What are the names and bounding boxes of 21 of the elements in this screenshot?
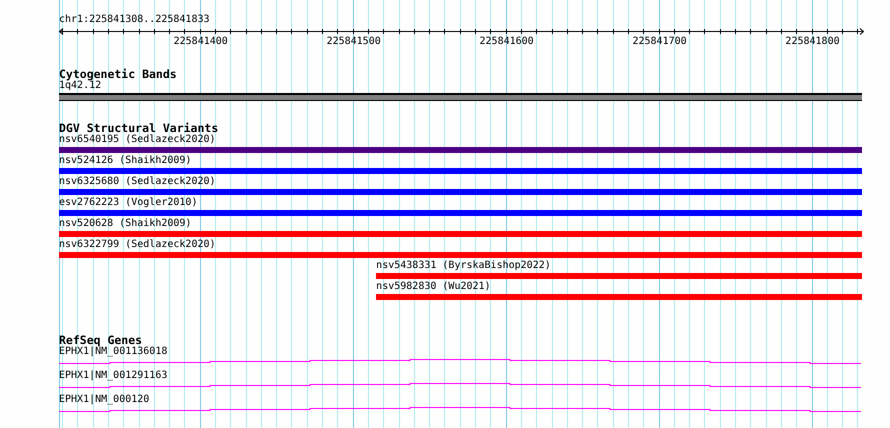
variant-label: nsv6540195 (Sedlazeck2020)	[59, 134, 216, 145]
tick-label: 225841600	[480, 36, 534, 48]
gene-label: EPHX1|NM_001291163	[59, 370, 168, 382]
tick-label: 225841400	[174, 36, 228, 48]
variant-label: nsv6325680 (Sedlazeck2020)	[59, 176, 216, 187]
tick-label: 225841500	[326, 36, 381, 48]
tick-label: 225841800	[785, 36, 840, 48]
variant-label: nsv5982830 (Wu2021)	[376, 281, 491, 292]
variant-label: esv2762223 (Vogler2010)	[59, 197, 198, 208]
track-title: Cytogenetic Bands	[59, 68, 178, 80]
variant-label: nsv520628 (Shaikh2009)	[59, 218, 192, 229]
track-title: RefSeq Genes	[59, 334, 142, 346]
tick-label: 225841700	[632, 36, 687, 48]
variant-label: nsv524126 (Shaikh2009)	[59, 155, 192, 166]
coordinate-range: chr1:225841308..225841833	[59, 14, 211, 26]
gene-label: EPHX1|NM_001136018	[59, 346, 168, 358]
track-title: DGV Structural Variants	[59, 122, 220, 134]
gene-label: EPHX1|NM_000120	[59, 394, 150, 406]
band-label: 1q42.12	[59, 80, 102, 92]
variant-label: nsv6322799 (Sedlazeck2020)	[59, 239, 216, 250]
variant-label: nsv5438331 (ByrskaBishop2022)	[376, 260, 551, 271]
